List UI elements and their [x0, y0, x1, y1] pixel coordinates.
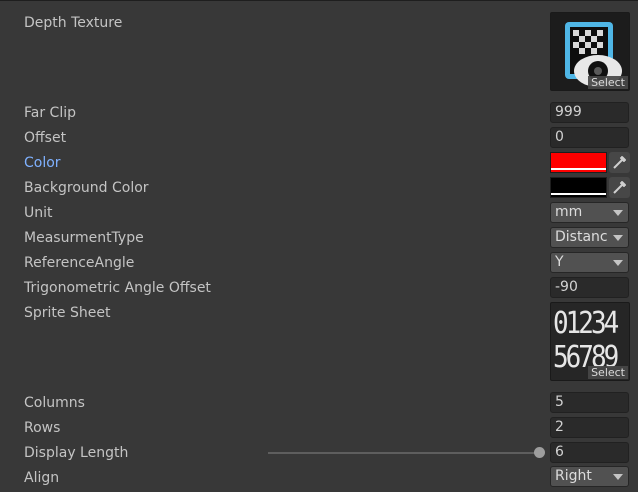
unit-value: mm [555, 204, 583, 220]
depth-texture-label: Depth Texture [24, 15, 123, 31]
display-length-slider-thumb[interactable] [534, 447, 545, 458]
trig-angle-offset-input[interactable]: -90 [550, 277, 629, 298]
sprite-sheet-select-button[interactable]: Select [588, 366, 628, 379]
unit-dropdown[interactable]: mm [550, 202, 629, 223]
color-label: Color [24, 155, 61, 171]
reference-angle-label: ReferenceAngle [24, 255, 135, 271]
measurement-type-dropdown[interactable]: Distanc [550, 227, 629, 248]
display-length-label: Display Length [24, 445, 129, 461]
columns-label: Columns [24, 395, 85, 411]
display-length-slider-track[interactable] [268, 452, 540, 454]
measurement-type-label: MeasurmentType [24, 230, 144, 246]
display-length-input[interactable]: 6 [550, 442, 629, 463]
color-eyedropper-button[interactable] [609, 152, 630, 173]
far-clip-label: Far Clip [24, 105, 76, 121]
rows-input[interactable]: 2 [550, 417, 629, 438]
columns-input[interactable]: 5 [550, 392, 629, 413]
background-color-swatch[interactable] [550, 177, 607, 198]
depth-texture-field[interactable]: Select [550, 12, 630, 91]
unit-label: Unit [24, 205, 53, 221]
background-color-label: Background Color [24, 180, 149, 196]
far-clip-input[interactable]: 999 [550, 102, 629, 123]
align-dropdown[interactable]: Right [550, 466, 629, 487]
sprite-sheet-label: Sprite Sheet [24, 305, 111, 321]
reference-angle-dropdown[interactable]: Y [550, 252, 629, 273]
chevron-down-icon [613, 210, 623, 216]
chevron-down-icon [613, 260, 623, 266]
rows-label: Rows [24, 420, 61, 436]
trig-angle-offset-label: Trigonometric Angle Offset [24, 280, 211, 296]
inspector-panel: Depth Texture Select Far Clip 999 Offset… [0, 0, 638, 492]
align-value: Right [555, 468, 592, 484]
chevron-down-icon [613, 474, 623, 480]
sprite-sheet-field[interactable]: 01234 56789 Select [550, 302, 630, 381]
align-label: Align [24, 470, 60, 486]
reference-angle-value: Y [555, 254, 564, 270]
color-swatch[interactable] [550, 152, 607, 173]
eyedropper-icon [613, 156, 626, 169]
offset-input[interactable]: 0 [550, 127, 629, 148]
eyedropper-icon [613, 181, 626, 194]
offset-label: Offset [24, 130, 67, 146]
depth-texture-select-button[interactable]: Select [588, 76, 628, 89]
measurement-type-value: Distanc [555, 229, 608, 245]
chevron-down-icon [613, 235, 623, 241]
background-color-eyedropper-button[interactable] [609, 177, 630, 198]
